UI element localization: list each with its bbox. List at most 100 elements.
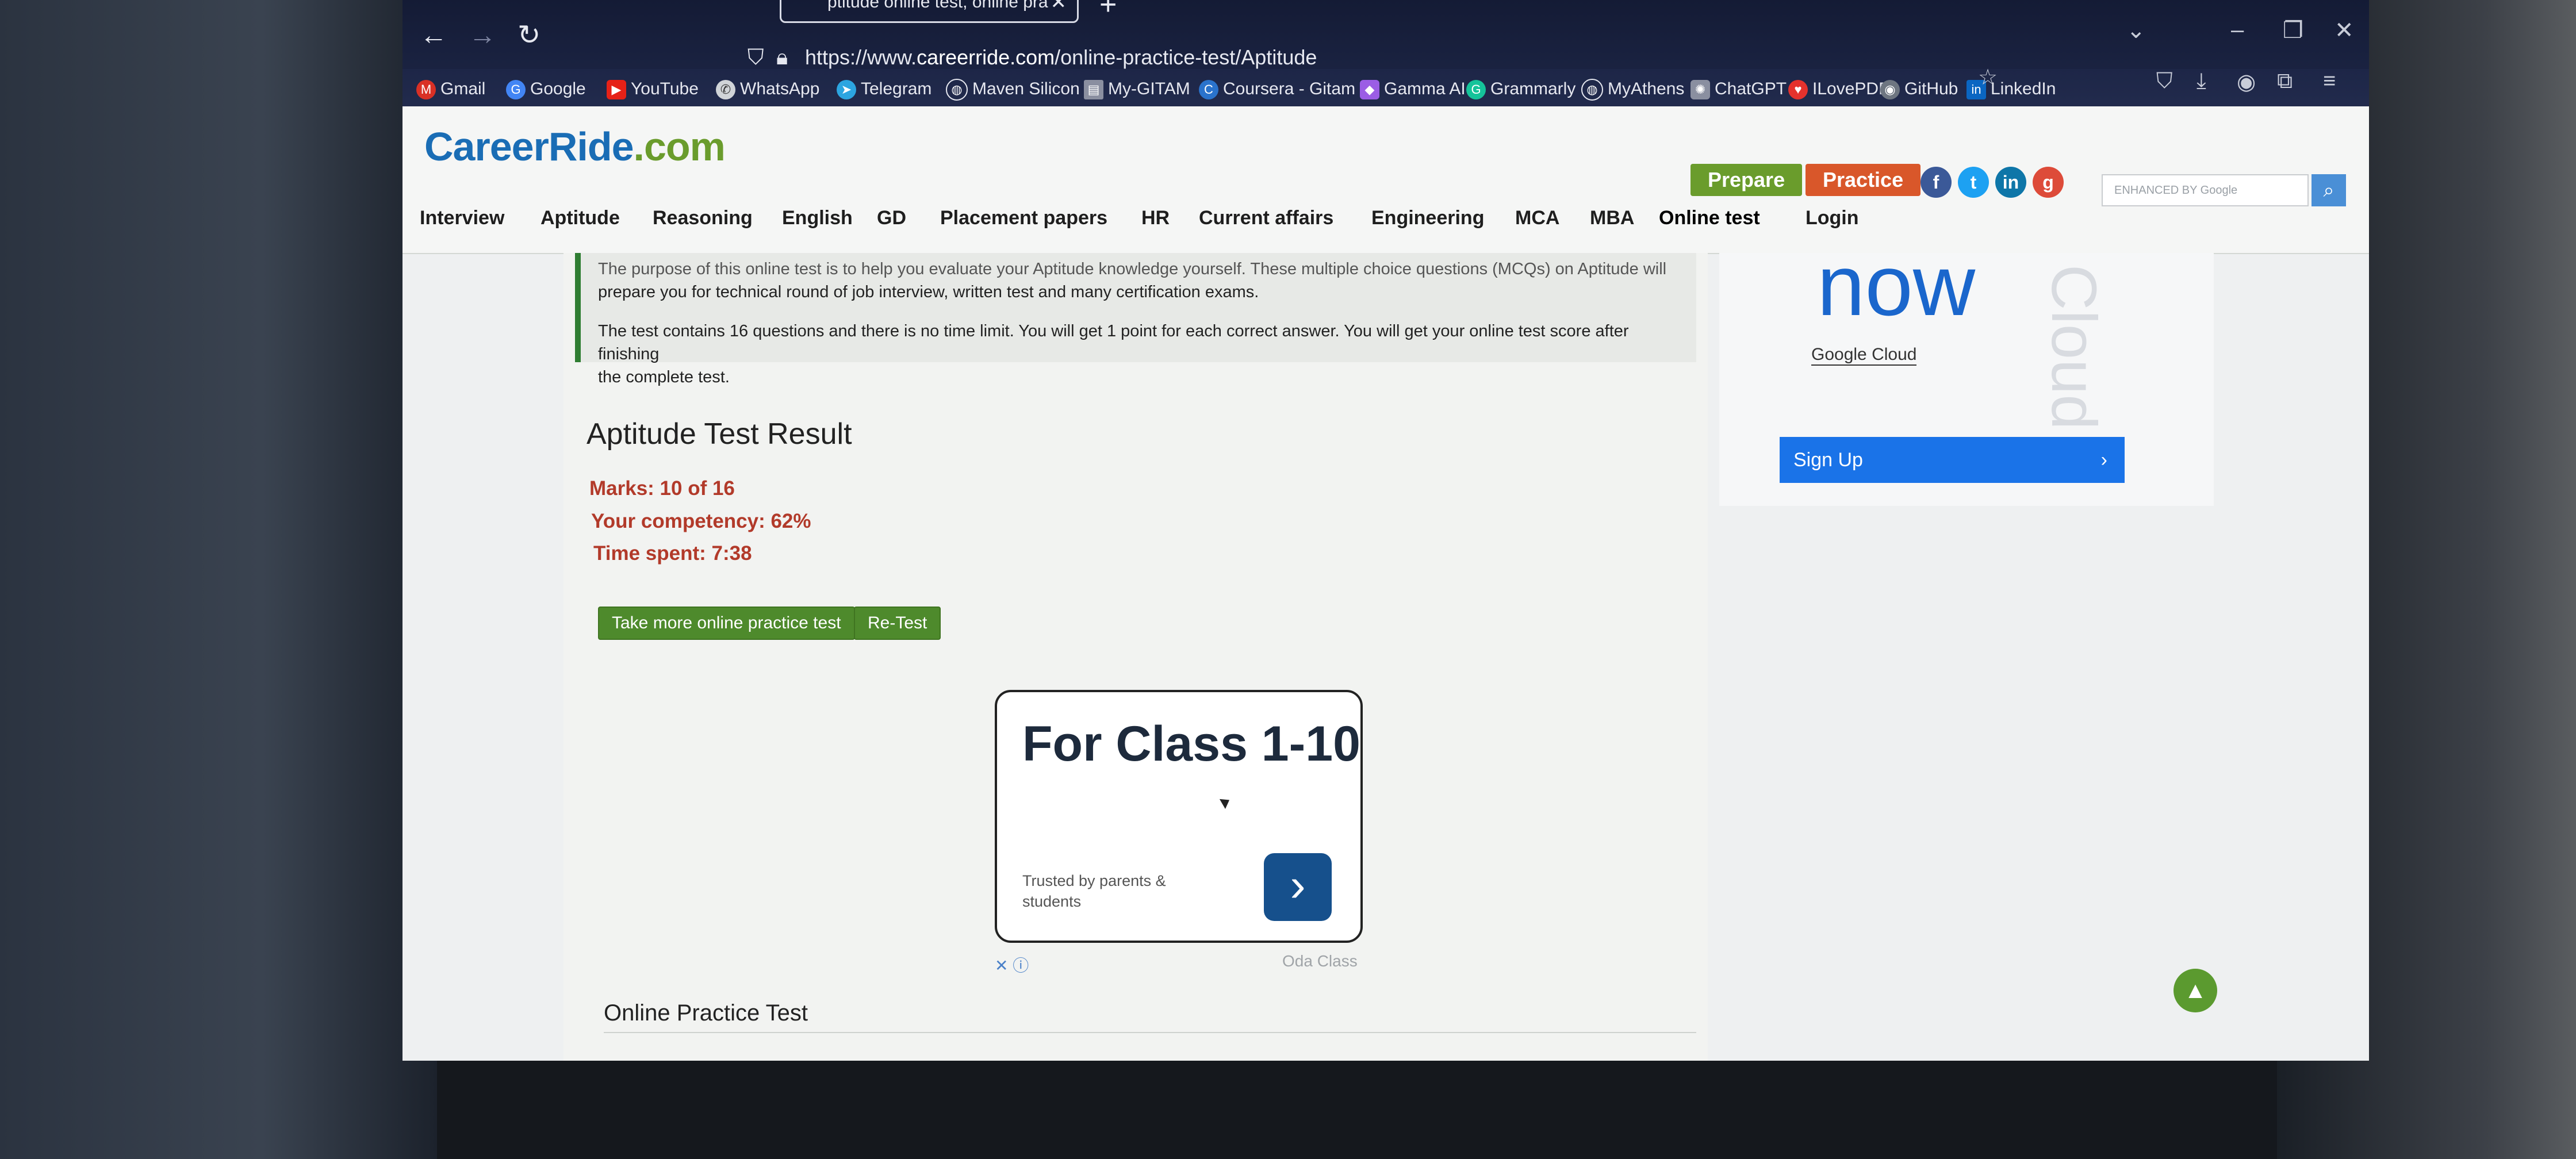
- bookmark-whatsapp[interactable]: ✆ WhatsApp: [716, 75, 819, 103]
- heart-icon: ♥: [1788, 80, 1808, 100]
- globe-icon: ◍: [1581, 79, 1603, 101]
- telegram-icon: ➤: [837, 80, 856, 100]
- bookmark-youtube[interactable]: ▶ YouTube: [607, 75, 699, 103]
- account-icon[interactable]: ◉: [2237, 69, 2256, 95]
- menu-english[interactable]: English: [782, 207, 853, 229]
- menu-current-affairs[interactable]: Current affairs: [1199, 207, 1333, 229]
- whatsapp-icon: ✆: [716, 80, 735, 100]
- menu-hr[interactable]: HR: [1141, 207, 1170, 229]
- menu-icon[interactable]: ≡: [2323, 69, 2336, 94]
- url-host: careerride.com: [917, 45, 1055, 69]
- scroll-to-top-icon[interactable]: ▲: [2174, 969, 2217, 1012]
- bookmark-myathens[interactable]: ◍ MyAthens: [1581, 75, 1684, 103]
- menu-engineering[interactable]: Engineering: [1371, 207, 1484, 229]
- monitor-bezel: [437, 1058, 2277, 1159]
- side-ad[interactable]: now Google Cloud Cloud Sign Up ›: [1719, 237, 2214, 506]
- youtube-icon: ▶: [607, 80, 626, 100]
- bookmark-gamma[interactable]: ◆ Gamma AI: [1360, 75, 1466, 103]
- search-icon[interactable]: ⌕: [2312, 174, 2346, 206]
- ad-brand: Oda Class: [1282, 952, 1358, 970]
- bookmark-ilovepdf[interactable]: ♥ ILovePDF: [1788, 75, 1889, 103]
- bookmark-star-icon[interactable]: ☆: [1978, 64, 1998, 90]
- main-content: The purpose of this online test is to he…: [564, 253, 1708, 1061]
- close-window-icon[interactable]: ✕: [2334, 17, 2354, 44]
- bookmark-grammarly[interactable]: G Grammarly: [1466, 75, 1575, 103]
- bookmark-my-gitam[interactable]: ▤ My-GITAM: [1084, 75, 1190, 103]
- facebook-icon[interactable]: f: [1920, 167, 1952, 198]
- google-plus-icon[interactable]: g: [2033, 167, 2064, 198]
- chevron-right-icon: ›: [2100, 449, 2107, 471]
- menu-reasoning[interactable]: Reasoning: [653, 207, 753, 229]
- site-header: CareerRide.com Prepare Practice f t in g…: [402, 106, 2369, 254]
- minimize-icon[interactable]: –: [2231, 17, 2244, 43]
- menu-mca[interactable]: MCA: [1515, 207, 1559, 229]
- intro-line: The purpose of this online test is to he…: [598, 260, 1667, 278]
- bookmark-chatgpt[interactable]: ✺ ChatGPT: [1690, 75, 1787, 103]
- twitter-icon[interactable]: t: [1958, 167, 1989, 198]
- test-intro: The purpose of this online test is to he…: [575, 253, 1696, 386]
- bookmark-coursera[interactable]: C Coursera - Gitam: [1199, 75, 1355, 103]
- divider: [604, 1032, 1696, 1033]
- result-title: Aptitude Test Result: [586, 417, 852, 451]
- back-icon[interactable]: ←: [420, 18, 447, 53]
- side-ad-decoration: Cloud: [2038, 264, 2109, 430]
- menu-interview[interactable]: Interview: [420, 207, 504, 229]
- site-logo[interactable]: CareerRide.com: [424, 124, 726, 170]
- close-tab-icon[interactable]: ✕: [1051, 0, 1067, 20]
- practice-button[interactable]: Practice: [1805, 164, 1921, 196]
- download-icon[interactable]: ⤓: [2196, 69, 2206, 94]
- bookmark-github[interactable]: ◉ GitHub: [1880, 75, 1958, 103]
- ad-banner[interactable]: For Class 1-10 Trusted by parents & stud…: [995, 690, 1363, 943]
- marks-text: Marks: 10 of 16: [589, 477, 735, 500]
- forward-icon[interactable]: →: [469, 18, 496, 53]
- time-spent-text: Time spent: 7:38: [593, 542, 752, 565]
- ad-close-icon[interactable]: ✕ ⓘ: [995, 953, 1029, 976]
- gmail-icon: M: [416, 80, 436, 100]
- intro-line: the complete test.: [598, 368, 730, 386]
- active-tab[interactable]: ptitude online test, online pra ✕: [780, 0, 1079, 23]
- bookmarks-bar: M Gmail G Google ▶ YouTube ✆ WhatsApp ➤ Teleg…: [402, 66, 2369, 109]
- url-prefix: https://www.: [805, 45, 917, 69]
- extensions-icon[interactable]: ⧉: [2277, 69, 2293, 94]
- site-search-input[interactable]: ENHANCED BY Google: [2102, 174, 2309, 206]
- menu-login[interactable]: Login: [1805, 207, 1859, 229]
- pocket-icon[interactable]: ⛉: [2156, 69, 2173, 94]
- side-ad-brand: Google Cloud: [1811, 345, 1917, 366]
- restore-icon[interactable]: ❐: [2283, 17, 2303, 44]
- ad-subtext: Trusted by parents & students: [1022, 872, 1166, 910]
- menu-online-test[interactable]: Online test: [1659, 207, 1760, 229]
- intro-line: The test contains 16 questions and there…: [598, 322, 1629, 363]
- gamma-icon: ◆: [1360, 80, 1379, 100]
- intro-line: prepare you for technical round of job i…: [598, 283, 1259, 301]
- browser-window: ptitude online test, online pra ✕ + ← → …: [402, 0, 2369, 1061]
- page-icon: ▤: [1084, 80, 1103, 100]
- sign-up-button[interactable]: Sign Up ›: [1780, 437, 2125, 483]
- google-icon: G: [506, 80, 526, 100]
- bookmark-gmail[interactable]: M Gmail: [416, 75, 485, 103]
- retest-button[interactable]: Re-Test: [854, 607, 941, 640]
- take-more-test-button[interactable]: Take more online practice test: [598, 607, 855, 640]
- new-tab-icon[interactable]: +: [1099, 0, 1117, 22]
- reload-icon[interactable]: ↻: [518, 18, 540, 53]
- bookmark-telegram[interactable]: ➤ Telegram: [837, 75, 931, 103]
- side-ad-headline: now: [1817, 237, 1976, 333]
- chevron-right-icon[interactable]: ›: [1264, 853, 1332, 921]
- menu-aptitude[interactable]: Aptitude: [540, 207, 620, 229]
- chatgpt-icon: ✺: [1690, 80, 1710, 100]
- background-left: [0, 0, 437, 1159]
- grammarly-icon: G: [1466, 80, 1486, 100]
- ad-headline: For Class 1-10: [1022, 716, 1360, 772]
- linkedin-social-icon[interactable]: in: [1995, 167, 2026, 198]
- prepare-button[interactable]: Prepare: [1690, 164, 1803, 196]
- bookmark-maven-silicon[interactable]: ◍ Maven Silicon: [946, 75, 1080, 103]
- tab-title: ptitude online test, online pra: [827, 0, 1048, 11]
- menu-mba[interactable]: MBA: [1590, 207, 1634, 229]
- menu-gd[interactable]: GD: [877, 207, 906, 229]
- tab-list-icon[interactable]: ⌄: [2126, 17, 2146, 44]
- menu-placement-papers[interactable]: Placement papers: [940, 207, 1107, 229]
- github-icon: ◉: [1880, 80, 1900, 100]
- url-path: /online-practice-test/Aptitude: [1055, 45, 1317, 69]
- competency-text: Your competency: 62%: [591, 510, 811, 532]
- web-page: CareerRide.com Prepare Practice f t in g…: [402, 106, 2369, 1061]
- bookmark-google[interactable]: G Google: [506, 75, 586, 103]
